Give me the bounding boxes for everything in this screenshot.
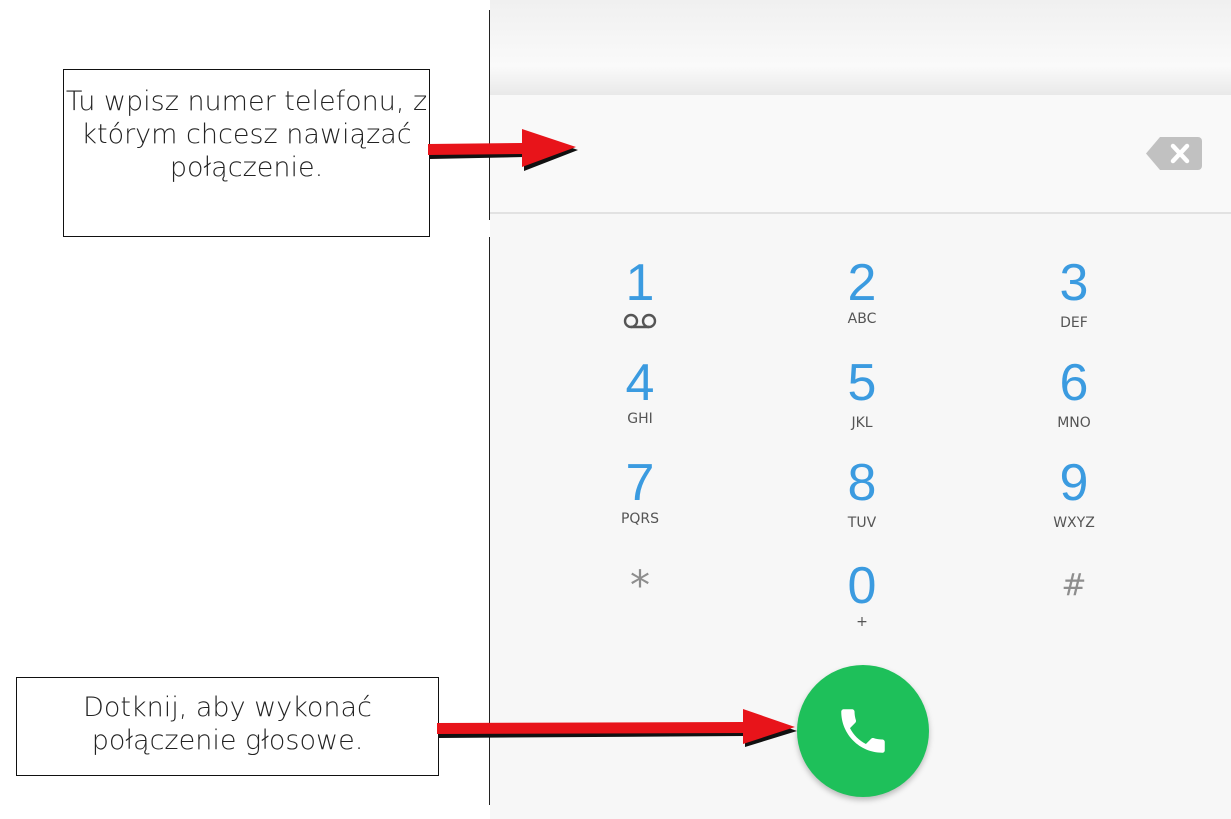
dial-key-digit: 0 <box>847 557 877 615</box>
dial-key-1[interactable]: 1 <box>570 257 710 353</box>
dial-key-0[interactable]: 0 + <box>792 560 932 656</box>
dial-key-letters: PQRS <box>620 511 660 527</box>
phone-icon <box>841 709 885 753</box>
dial-key-5[interactable]: 5 JKL <box>792 357 932 453</box>
call-button-callout: Dotknij, aby wykonać połączenie głosowe. <box>16 677 439 776</box>
dialer-top-bar <box>490 0 1231 95</box>
backspace-button[interactable] <box>1146 137 1202 170</box>
dial-key-digit: * <box>630 563 650 609</box>
number-field-callout-text: Tu wpisz numer telefonu, z którym chcesz… <box>65 86 428 183</box>
dial-key-digit: 7 <box>625 454 655 512</box>
dial-key-digit: 8 <box>847 454 877 512</box>
number-field-callout: Tu wpisz numer telefonu, z którym chcesz… <box>63 69 430 237</box>
dial-key-6[interactable]: 6 MNO <box>1004 357 1144 453</box>
arrow-to-number-field <box>428 129 578 171</box>
dial-key-digit: 4 <box>625 354 655 412</box>
dial-key-letters: JKL <box>851 415 873 431</box>
dial-key-letters: + <box>856 614 868 630</box>
dial-key-digit: 1 <box>625 254 655 312</box>
dial-key-9[interactable]: 9 WXYZ <box>1004 457 1144 553</box>
dial-key-star[interactable]: * <box>570 560 710 656</box>
dial-key-digit: 5 <box>847 354 877 412</box>
dial-key-2[interactable]: 2 ABC <box>792 257 932 353</box>
backspace-icon <box>1146 137 1202 170</box>
dial-key-letters: TUV <box>847 515 877 531</box>
dial-key-4[interactable]: 4 GHI <box>570 357 710 453</box>
phone-number-field[interactable] <box>490 95 1231 214</box>
dial-key-letters: DEF <box>1060 315 1088 331</box>
arrow-to-call-button <box>437 709 797 747</box>
dialer-screen: 1 2 ABC 3 DEF 4 GHI 5 JKL 6 MNO 7 PQRS 8… <box>490 0 1231 819</box>
dial-key-digit: 2 <box>847 254 877 312</box>
dial-key-digit: 3 <box>1059 254 1089 312</box>
dial-key-digit: # <box>1061 568 1087 603</box>
dial-key-digit: 9 <box>1059 454 1089 512</box>
call-button-callout-text: Dotknij, aby wykonać połączenie głosowe. <box>83 692 372 756</box>
dial-key-letters: MNO <box>1057 415 1091 431</box>
dial-key-8[interactable]: 8 TUV <box>792 457 932 553</box>
dial-key-letters: WXYZ <box>1053 515 1095 531</box>
dial-key-3[interactable]: 3 DEF <box>1004 257 1144 353</box>
dial-key-letters: ABC <box>847 311 877 327</box>
dial-key-letters: GHI <box>627 411 653 427</box>
dial-key-7[interactable]: 7 PQRS <box>570 457 710 553</box>
dial-key-digit: 6 <box>1059 354 1089 412</box>
dial-key-hash[interactable]: # <box>1004 560 1144 656</box>
call-button[interactable] <box>797 665 929 797</box>
voicemail-icon <box>623 313 657 329</box>
